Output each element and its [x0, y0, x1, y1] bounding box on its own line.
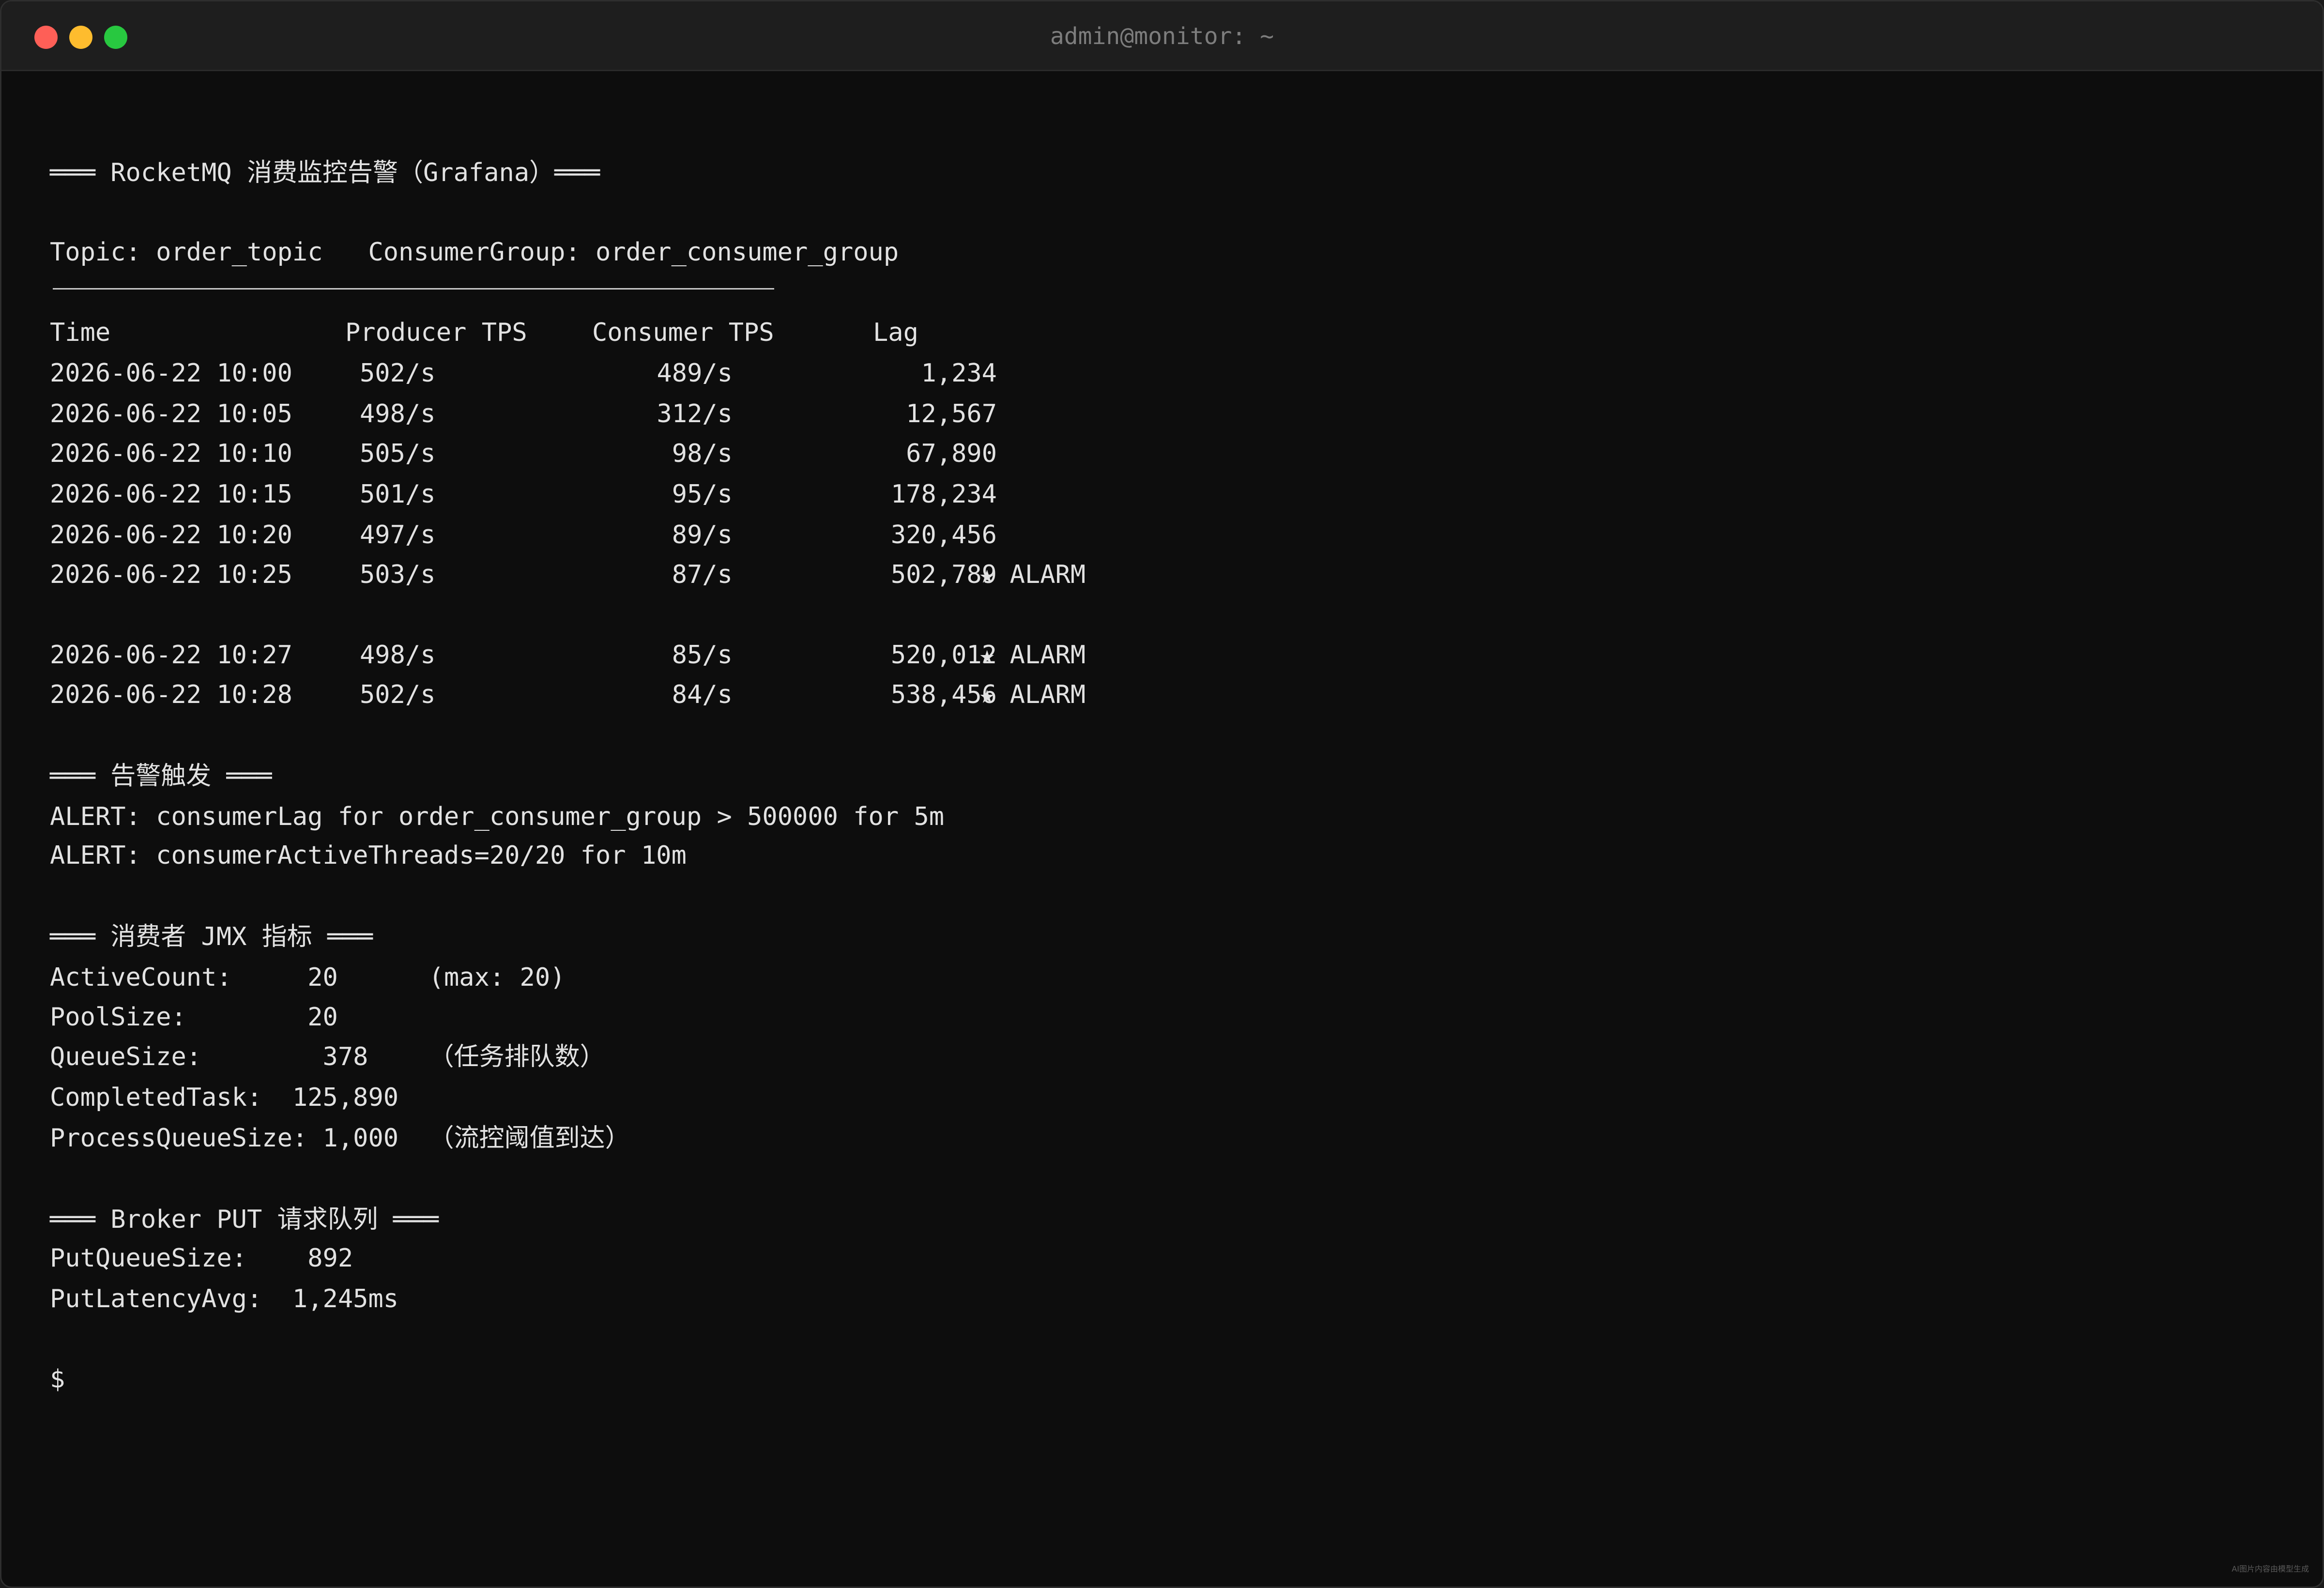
terminal-window: admin@monitor: ~ ═══ RocketMQ 消费监控告警（Gra… — [0, 0, 2324, 1588]
cell-consumer-tps: 312/s — [657, 399, 733, 428]
col-time-header: Time — [50, 318, 111, 347]
jmx-line: QueueSize: 378 （任务排队数） — [50, 1042, 605, 1071]
table-row: 2026-06-22 10:28 502/s 84/s 538,456 ★ ALARM — [50, 674, 1115, 715]
cell-alarm-flag: ★ ALARM — [979, 641, 1086, 670]
cell-time: 2026-06-22 10:05 — [50, 399, 292, 428]
cell-lag: 178,234 — [890, 480, 997, 509]
alerts-title: ═══ 告警触发 ═══ — [50, 762, 272, 791]
table-row: 2026-06-22 10:20 497/s 89/s 320,456 — [50, 515, 1115, 555]
cell-lag: 520,012 — [890, 641, 997, 670]
table-row: 2026-06-22 10:27 498/s 85/s 520,012 ★ ALARM — [50, 635, 1115, 675]
cell-producer-tps: 501/s — [360, 480, 436, 509]
watermark: AI图片内容由模型生成 — [2232, 1564, 2309, 1573]
cell-lag: 538,456 — [890, 680, 997, 709]
window-title: admin@monitor: ~ — [1050, 23, 1274, 50]
col-lag-header: Lag — [873, 318, 918, 347]
col-consumer-header: Consumer TPS — [592, 318, 774, 347]
cell-lag: 1,234 — [921, 359, 997, 388]
cell-producer-tps: 498/s — [360, 399, 436, 428]
broker-line: PutLatencyAvg: 1,245ms — [50, 1284, 399, 1313]
cell-lag: 320,456 — [890, 520, 997, 550]
cell-time: 2026-06-22 10:15 — [50, 480, 292, 509]
cell-consumer-tps: 489/s — [657, 359, 733, 388]
broker-title: ═══ Broker PUT 请求队列 ═══ — [50, 1205, 439, 1234]
cell-time: 2026-06-22 10:27 — [50, 641, 292, 670]
cell-consumer-tps: 95/s — [672, 480, 733, 509]
table-row: 2026-06-22 10:15 501/s 95/s 178,234 — [50, 474, 1115, 515]
table-row: 2026-06-22 10:00 502/s 489/s 1,234 — [50, 353, 1115, 394]
col-producer-header: Producer TPS — [345, 318, 527, 347]
cell-producer-tps: 502/s — [360, 359, 436, 388]
cell-producer-tps: 502/s — [360, 680, 436, 709]
cell-time: 2026-06-22 10:20 — [50, 520, 292, 550]
cell-consumer-tps: 85/s — [672, 641, 733, 670]
shell-prompt[interactable]: $ — [50, 1359, 65, 1400]
jmx-line: PoolSize: 20 — [50, 1003, 338, 1032]
alert-line: ALERT: consumerActiveThreads=20/20 for 1… — [50, 841, 687, 870]
cell-consumer-tps: 89/s — [672, 520, 733, 550]
broker-line: PutQueueSize: 892 — [50, 1244, 353, 1273]
separator-line — [53, 288, 774, 290]
table-header-row: Time Producer TPS Consumer TPS Lag — [50, 312, 970, 353]
cell-lag: 502,789 — [890, 560, 997, 589]
cell-producer-tps: 498/s — [360, 641, 436, 670]
cell-time: 2026-06-22 10:25 — [50, 560, 292, 589]
cell-consumer-tps: 84/s — [672, 680, 733, 709]
cell-alarm-flag: ★ ALARM — [979, 680, 1086, 709]
table-row: 2026-06-22 10:05 498/s 312/s 12,567 — [50, 394, 1115, 434]
terminal-output[interactable]: ═══ RocketMQ 消费监控告警（Grafana）═══ Topic: o… — [50, 89, 2303, 1567]
dashboard-title: ═══ RocketMQ 消费监控告警（Grafana）═══ — [50, 158, 600, 187]
cell-time: 2026-06-22 10:00 — [50, 359, 292, 388]
title-bar: admin@monitor: ~ — [1, 1, 2323, 71]
jmx-line: CompletedTask: 125,890 — [50, 1083, 399, 1112]
jmx-line: ActiveCount: 20 (max: 20) — [50, 963, 566, 992]
table-row: 2026-06-22 10:10 505/s 98/s 67,890 — [50, 433, 1115, 474]
cell-producer-tps: 497/s — [360, 520, 436, 550]
cell-lag: 67,890 — [906, 439, 997, 468]
cell-producer-tps: 503/s — [360, 560, 436, 589]
jmx-line: ProcessQueueSize: 1,000 （流控阈值到达） — [50, 1124, 630, 1153]
cell-time: 2026-06-22 10:28 — [50, 680, 292, 709]
table-row: 2026-06-22 10:25 503/s 87/s 502,789 ★ ALARM — [50, 554, 1115, 595]
cell-lag: 12,567 — [906, 399, 997, 428]
cell-consumer-tps: 87/s — [672, 560, 733, 589]
cell-time: 2026-06-22 10:10 — [50, 439, 292, 468]
cell-producer-tps: 505/s — [360, 439, 436, 468]
cell-alarm-flag: ★ ALARM — [979, 560, 1086, 589]
topic-line: Topic: order_topic ConsumerGroup: order_… — [50, 238, 899, 267]
alert-line: ALERT: consumerLag for order_consumer_gr… — [50, 802, 945, 831]
jmx-title: ═══ 消费者 JMX 指标 ═══ — [50, 922, 373, 951]
cell-consumer-tps: 98/s — [672, 439, 733, 468]
